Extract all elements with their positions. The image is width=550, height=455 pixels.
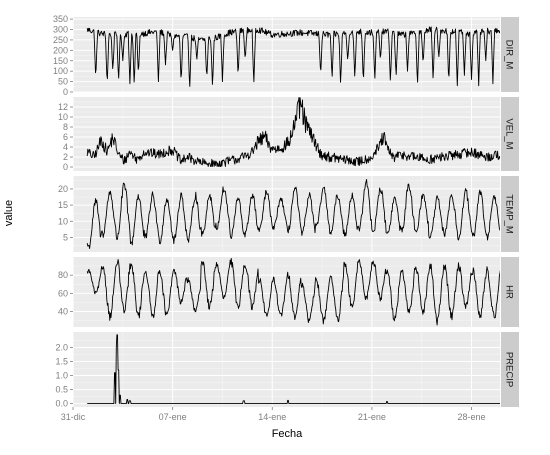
- panel-dir-m: 050100150200250300350 DIR_M: [53, 14, 519, 97]
- y-tick-label: 4: [63, 142, 68, 152]
- y-tick-label: 0.5: [55, 385, 68, 395]
- y-tick-label: 10: [58, 216, 68, 226]
- x-axis-title: Fecha: [272, 428, 303, 440]
- y-tick-label: 2: [63, 152, 68, 162]
- y-tick-label: 12: [58, 102, 68, 112]
- y-tick-label: 300: [53, 25, 68, 35]
- y-tick-label: 20: [58, 184, 68, 194]
- panel-temp-m: 5 10 15 20 TEMP_M: [58, 176, 519, 252]
- y-tick-label: 2.0: [55, 342, 68, 352]
- y-tick-label: 200: [53, 45, 68, 55]
- y-tick-label: 0: [63, 87, 68, 97]
- y-tick-label: 40: [58, 307, 68, 317]
- y-tick-label: 8: [63, 122, 68, 132]
- y-tick-label: 0: [63, 162, 68, 172]
- y-tick-label: 6: [63, 132, 68, 142]
- panel-background: [73, 332, 500, 407]
- panel-precip: 0.0 0.5 1.0 1.5 2.0 PRECIP: [55, 332, 519, 409]
- strip-label: HR: [504, 285, 515, 299]
- y-tick-label: 60: [58, 288, 68, 298]
- strip-label: VEL_M: [504, 118, 515, 149]
- y-tick-label: 1.0: [55, 371, 68, 381]
- panel-vel-m: 024681012 VEL_M: [58, 97, 519, 172]
- x-tick-label: 14-ene: [258, 412, 286, 422]
- chart-svg: 050100150200250300350DIR_M024681012VEL_M…: [3, 14, 519, 440]
- y-axis-title: value: [3, 200, 15, 226]
- y-tick-label: 150: [53, 56, 68, 66]
- y-tick-label: 350: [53, 14, 68, 24]
- y-tick-label: 1.5: [55, 356, 68, 366]
- panel-hr: 40 60 80 HR: [58, 257, 519, 327]
- strip-label: DIR_M: [504, 40, 515, 70]
- y-tick-label: 80: [58, 270, 68, 280]
- x-tick-label: 31-dic: [61, 412, 86, 422]
- y-tick-label: 5: [63, 232, 68, 242]
- y-tick-label: 50: [58, 77, 68, 87]
- x-axis: 31-dic 07-ene 14-ene 21-ene 28-ene: [61, 407, 486, 422]
- panel-background: [73, 176, 500, 252]
- faceted-time-series-chart: 0 50 100 150 200 250 300 350 DIR_M 0 2 4 6 8 10 12 VEL_M…: [0, 0, 550, 450]
- y-tick-label: 0.0: [55, 399, 68, 409]
- strip-label: PRECIP: [504, 352, 515, 387]
- x-tick-label: 07-ene: [159, 412, 187, 422]
- panels-group: 050100150200250300350DIR_M024681012VEL_M…: [53, 14, 519, 409]
- x-tick-label: 21-ene: [358, 412, 386, 422]
- y-tick-label: 15: [58, 200, 68, 210]
- strip-label: TEMP_M: [504, 194, 515, 234]
- y-tick-label: 250: [53, 35, 68, 45]
- y-tick-label: 10: [58, 112, 68, 122]
- y-tick-label: 100: [53, 66, 68, 76]
- x-tick-label: 28-ene: [458, 412, 486, 422]
